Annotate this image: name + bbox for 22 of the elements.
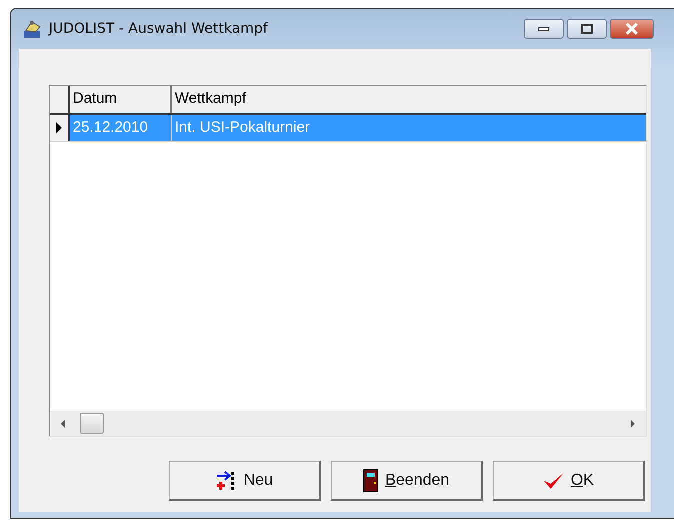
maximize-icon — [581, 24, 593, 34]
exit-button[interactable]: Beenden — [331, 461, 483, 501]
close-icon — [625, 23, 639, 35]
horizontal-scrollbar[interactable] — [50, 411, 646, 436]
new-button[interactable]: Neu — [169, 461, 321, 501]
table-cell-text: Int. USI-Pokalturnier — [174, 118, 312, 138]
door-icon — [363, 468, 380, 492]
minimize-button[interactable] — [524, 19, 564, 39]
table-cell: 25.12.2010 — [70, 115, 172, 141]
close-button[interactable] — [610, 19, 654, 39]
ok-button[interactable]: OK — [493, 461, 645, 501]
app-icon — [23, 19, 43, 39]
minimize-icon — [538, 26, 550, 32]
scroll-left-icon[interactable] — [60, 420, 66, 428]
maximize-button[interactable] — [567, 19, 607, 39]
scroll-thumb[interactable] — [80, 413, 104, 434]
scroll-right-icon[interactable] — [630, 420, 636, 428]
row-pointer-icon — [55, 121, 63, 135]
column-header[interactable]: Datum — [70, 86, 172, 113]
window-title: JUDOLIST - Auswahl Wettkampf — [49, 21, 268, 37]
checkmark-icon — [542, 470, 565, 490]
column-header[interactable]: Wettkampf — [172, 86, 646, 113]
